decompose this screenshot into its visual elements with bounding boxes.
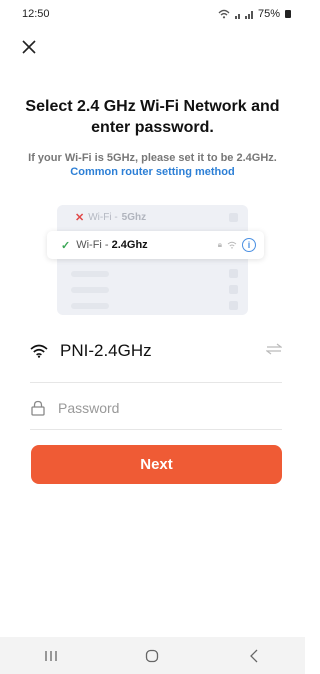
next-button[interactable]: Next (31, 445, 282, 484)
home-button[interactable] (132, 641, 172, 671)
recent-apps-icon (45, 650, 57, 661)
back-icon (250, 649, 258, 662)
check-icon: ✓ (61, 239, 71, 252)
wifi-band-note: If your Wi-Fi is 5GHz, please set it to … (20, 151, 285, 179)
cell-signal-icon (234, 11, 253, 19)
illustration-row-5ghz-prefix: Wi-Fi - (88, 212, 118, 223)
switch-network-button[interactable] (265, 342, 283, 360)
placeholder-square (229, 285, 238, 294)
illustration-row-5ghz-band: 5Ghz (121, 212, 147, 223)
wifi-band-note-text: If your Wi-Fi is 5GHz, please set it to … (28, 152, 277, 164)
close-button[interactable] (18, 36, 40, 58)
placeholder-square (229, 213, 238, 222)
placeholder-bar (71, 303, 109, 309)
password-row (30, 393, 282, 423)
illustration-row-24ghz-prefix: Wi-Fi - (76, 239, 109, 251)
cross-icon: ✕ (75, 212, 85, 224)
network-name: PNI-2.4GHz (60, 341, 152, 360)
status-bar: 12:50 75% (0, 0, 305, 28)
illustration-row-5ghz: ✕ Wi-Fi - 5Ghz (75, 211, 146, 224)
status-time: 12:50 (22, 8, 50, 20)
lock-outline-icon (31, 400, 45, 416)
page-title: Select 2.4 GHz Wi-Fi Network and enter p… (25, 98, 280, 136)
wifi-icon (30, 344, 48, 358)
wifi-small-icon (227, 241, 237, 249)
recent-apps-button[interactable] (31, 641, 71, 671)
swap-arrows-icon (265, 343, 283, 355)
info-icon: i (242, 238, 256, 252)
back-button[interactable] (234, 641, 274, 671)
illustration-row-24ghz: ✓ Wi-Fi - 2.4Ghz 🔒︎ i (47, 231, 264, 259)
illustration-row-24ghz-band: 2.4Ghz (111, 239, 148, 251)
home-icon (146, 649, 159, 662)
battery-percent: 75% (257, 8, 280, 20)
illustration-row-icons: 🔒︎ i (218, 238, 256, 252)
password-input[interactable] (58, 400, 258, 416)
system-nav-bar (0, 637, 305, 674)
router-setting-link[interactable]: Common router setting method (70, 166, 234, 178)
status-indicators: 75% (218, 8, 291, 20)
placeholder-square (229, 301, 238, 310)
network-selector[interactable]: PNI-2.4GHz (30, 336, 283, 366)
divider (30, 429, 282, 430)
lock-icon: 🔒︎ (217, 240, 222, 249)
wifi-band-illustration: ✕ Wi-Fi - 5Ghz ✓ Wi-Fi - 2.4Ghz 🔒︎ i (47, 205, 264, 315)
battery-icon (285, 10, 291, 18)
close-icon (22, 40, 36, 54)
placeholder-bar (71, 287, 109, 293)
wifi-status-icon (218, 9, 230, 19)
divider (30, 382, 282, 383)
placeholder-bar (71, 271, 109, 277)
placeholder-square (229, 269, 238, 278)
